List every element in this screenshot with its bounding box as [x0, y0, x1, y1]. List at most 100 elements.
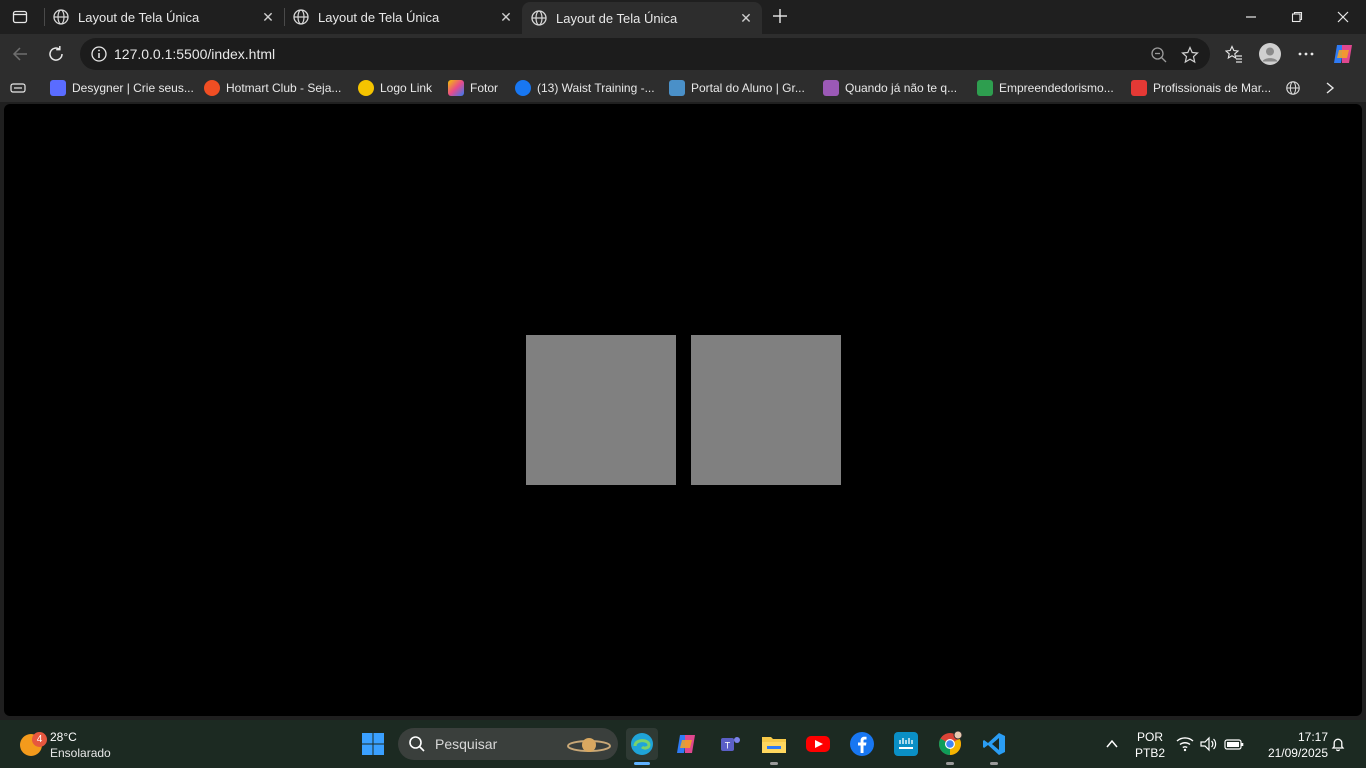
- input-language[interactable]: POR PTB2: [1130, 730, 1170, 760]
- bookmark-label: Logo Link: [380, 81, 433, 95]
- bookmark-desygner[interactable]: Desygner | Crie seus...: [50, 78, 194, 98]
- taskbar-search[interactable]: Pesquisar: [398, 728, 618, 760]
- folder-icon: [762, 737, 786, 753]
- globe-icon[interactable]: [1285, 78, 1301, 98]
- weather-temperature: 28°C: [50, 730, 77, 744]
- running-indicator: [990, 762, 998, 765]
- minimize-button[interactable]: [1228, 2, 1274, 32]
- system-tray-status[interactable]: [1174, 728, 1246, 760]
- bookmark-label: Fotor: [470, 81, 499, 95]
- globe-icon: [531, 10, 547, 26]
- clock-date: 21/09/2025: [1267, 746, 1328, 760]
- taskbar-chrome[interactable]: [934, 728, 966, 760]
- copilot-button[interactable]: [1329, 40, 1357, 68]
- edge-icon: [631, 733, 653, 755]
- favorites-list-icon: [1225, 45, 1242, 63]
- close-icon[interactable]: ✕: [736, 8, 756, 28]
- fotor-icon: [448, 80, 464, 96]
- taskbar-teams[interactable]: T: [714, 728, 746, 760]
- bookmark-quando[interactable]: Quando já não te q...: [823, 78, 957, 98]
- taskbar-facebook[interactable]: [846, 728, 878, 760]
- notification-badge: 4: [32, 732, 47, 747]
- hotmart-icon: [204, 80, 220, 96]
- taskbar: 4 28°C Ensolarado Pesquisar T POR PTB2 1…: [0, 720, 1366, 768]
- cisco-icon: [894, 732, 918, 756]
- chevron-up-icon: [1106, 739, 1118, 748]
- bookmark-hotmart[interactable]: Hotmart Club - Seja...: [204, 78, 341, 98]
- copilot-icon: [677, 735, 695, 753]
- bookmark-logo-link[interactable]: Logo Link: [358, 78, 432, 98]
- gray-box-right: [691, 335, 841, 485]
- taskbar-cisco[interactable]: [890, 728, 922, 760]
- bookmark-label: Hotmart Club - Seja...: [226, 81, 342, 95]
- bookmark-label: Quando já não te q...: [845, 81, 958, 95]
- gray-box-left: [526, 335, 676, 485]
- facebook-icon: [515, 80, 531, 96]
- close-icon[interactable]: ✕: [496, 7, 516, 27]
- reload-button[interactable]: [42, 40, 70, 68]
- favorites-button[interactable]: [1220, 40, 1248, 68]
- running-indicator: [946, 762, 954, 765]
- globe-icon: [53, 9, 69, 25]
- keyboard-layout-label: PTB2: [1134, 746, 1165, 760]
- new-tab-button[interactable]: [768, 4, 792, 28]
- bookmark-profissionais[interactable]: Profissionais de Mar...: [1131, 78, 1271, 98]
- taskbar-youtube[interactable]: [802, 728, 834, 760]
- browser-toolbar: 127.0.0.1:5500/index.html: [0, 34, 1366, 74]
- tab-title: Layout de Tela Única: [78, 9, 200, 25]
- active-indicator: [634, 762, 650, 765]
- minimize-icon: [1246, 16, 1256, 18]
- taskbar-edge[interactable]: [626, 728, 658, 760]
- zoom-out-icon[interactable]: [1148, 44, 1170, 66]
- tab-title: Layout de Tela Única: [318, 9, 440, 25]
- notifications-button[interactable]: [1328, 728, 1348, 760]
- empreendedorismo-icon: [977, 80, 993, 96]
- copilot-icon: [1334, 45, 1352, 63]
- weather-widget[interactable]: 4 28°C Ensolarado: [18, 726, 138, 762]
- address-bar[interactable]: 127.0.0.1:5500/index.html: [80, 38, 1210, 70]
- info-icon[interactable]: [90, 45, 108, 63]
- taskbar-file-explorer[interactable]: [758, 728, 790, 760]
- more-options-button[interactable]: [1292, 40, 1320, 68]
- search-placeholder: Pesquisar: [435, 736, 498, 752]
- svg-text:T: T: [725, 741, 731, 751]
- back-button[interactable]: [6, 40, 34, 68]
- portal-icon: [669, 80, 685, 96]
- youtube-icon: [806, 736, 830, 752]
- bookmark-facebook-waist[interactable]: (13) Waist Training -...: [515, 78, 655, 98]
- chevron-right-icon[interactable]: [1323, 78, 1337, 98]
- profile-button[interactable]: [1256, 40, 1284, 68]
- reading-list-icon[interactable]: [10, 78, 26, 98]
- desygner-icon: [50, 80, 66, 96]
- favorite-star-icon[interactable]: [1179, 44, 1201, 66]
- start-button[interactable]: [357, 728, 389, 760]
- ellipsis-icon: [1298, 52, 1314, 56]
- tab-actions-icon[interactable]: [8, 6, 32, 28]
- url-text[interactable]: 127.0.0.1:5500/index.html: [114, 46, 275, 62]
- vscode-icon: [983, 733, 1005, 755]
- taskbar-vscode[interactable]: [978, 728, 1010, 760]
- profissionais-icon: [1131, 80, 1147, 96]
- bookmark-fotor[interactable]: Fotor: [448, 78, 498, 98]
- bookmark-portal-aluno[interactable]: Portal do Aluno | Gr...: [669, 78, 805, 98]
- close-icon[interactable]: ✕: [258, 7, 278, 27]
- close-window-button[interactable]: [1320, 2, 1366, 32]
- restore-icon: [1291, 11, 1303, 23]
- language-label: POR: [1136, 730, 1163, 744]
- bookmark-empreendedorismo[interactable]: Empreendedorismo...: [977, 78, 1114, 98]
- tab-2[interactable]: Layout de Tela Única ✕: [284, 2, 522, 32]
- restore-button[interactable]: [1274, 2, 1320, 32]
- facebook-icon: [850, 732, 874, 756]
- taskbar-copilot[interactable]: [670, 728, 702, 760]
- search-icon: [409, 736, 425, 752]
- tab-3-active[interactable]: Layout de Tela Única ✕: [522, 2, 762, 34]
- volume-icon: [1200, 736, 1217, 752]
- clock[interactable]: 17:17 21/09/2025: [1256, 730, 1328, 760]
- show-hidden-icons-button[interactable]: [1096, 728, 1128, 760]
- bookmark-label: Desygner | Crie seus...: [72, 81, 194, 95]
- globe-icon: [293, 9, 309, 25]
- page-icon: [823, 80, 839, 96]
- avatar: [1259, 43, 1281, 65]
- battery-icon: [1224, 739, 1244, 750]
- tab-1[interactable]: Layout de Tela Única ✕: [44, 2, 284, 32]
